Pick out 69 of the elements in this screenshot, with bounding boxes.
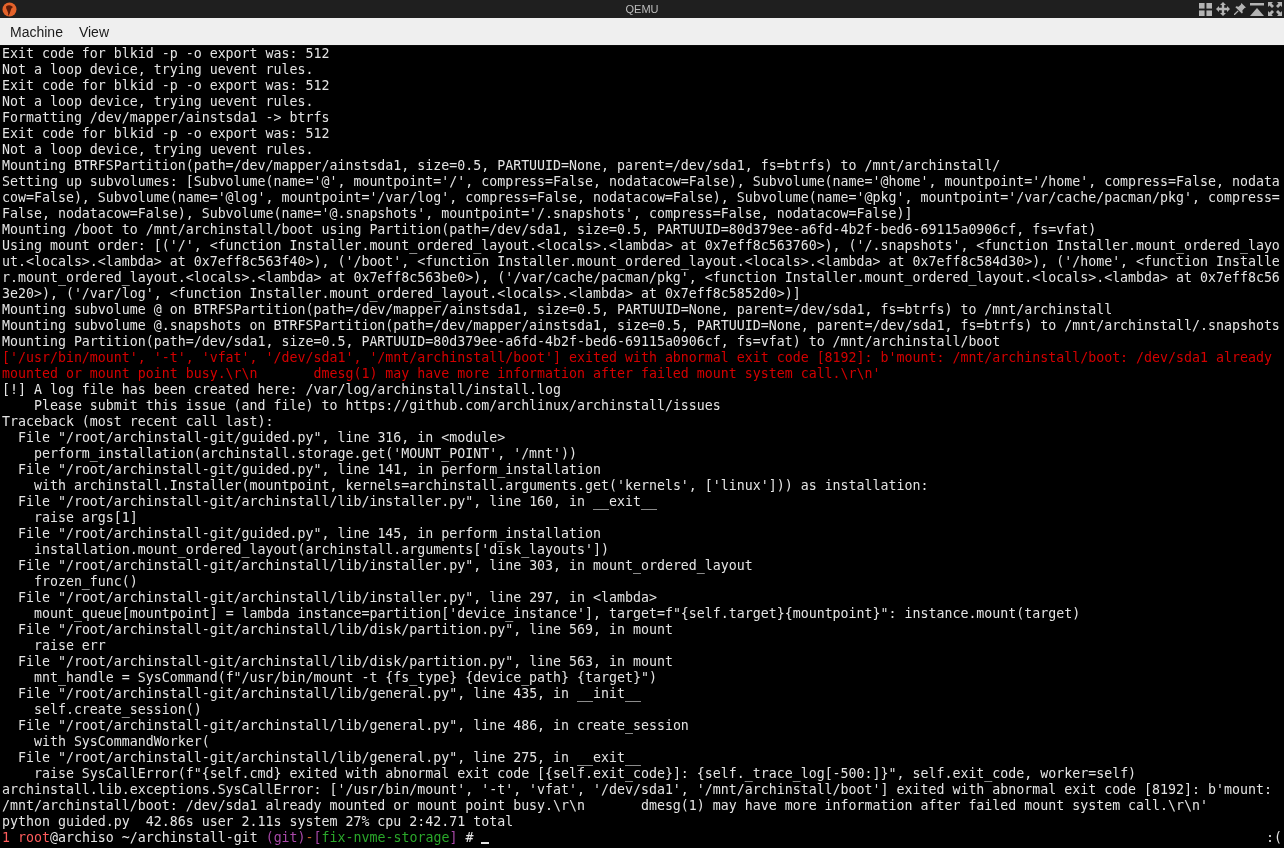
terminal-line: Traceback (most recent call last): <box>2 414 274 429</box>
terminal-line: File "/root/archinstall-git/archinstall/lib/disk/partition.py", line 569, in mount <box>18 622 673 637</box>
terminal-line: with archinstall.Installer(mountpoint, kernels=archinstall.arguments.get('kernels', ['linux'])) as installation: <box>33 478 929 493</box>
pin-icon[interactable] <box>1234 3 1246 15</box>
terminal-line: ['/usr/bin/mount', '-t', 'vfat', '/dev/sda1', '/mnt/archinstall/boot'] exited with abnormal exit code [8192]: b'mount: /mnt/archinstall/boot: /dev/sda1 already <box>2 350 1272 365</box>
terminal-line: /mnt/archinstall/boot: /dev/sda1 already mounted or mount point busy.\r\n dmesg(1) may have more information after failed mount system call.\r\n' <box>2 798 1208 813</box>
terminal-line: self.create_session() <box>33 702 202 717</box>
prompt-text: [ <box>313 830 322 846</box>
terminal-line: Mounting BTRFSPartition(path=/dev/mapper/ainstsda1, size=0.5, PARTUUID=None, parent=/dev/sda1, fs=btrfs) to /mnt/archinstall/ <box>2 158 1001 173</box>
terminal-line: archinstall.lib.exceptions.SysCallError: ['/usr/bin/mount', '-t', 'vfat', '/dev/sda1', '/mnt/archinstall/boot'] exited with abnormal exit code [8192]: b'mount: <box>2 782 1272 797</box>
terminal-line: ut.<locals>.<lambda> at 0x7eff8c563f40>), ('/boot', <function Installer.mount_ordered_layout.<locals>.<lambda> at 0x7eff8c584d30>), ('/home', <function Installe <box>2 254 1280 269</box>
terminal-line: Exit code for blkid -p -o export was: 512 <box>2 78 330 93</box>
terminal-line: python guided.py 42.86s user 2.11s system 27% cpu 2:42.71 total <box>2 814 514 829</box>
grid-icon[interactable] <box>1199 2 1212 16</box>
terminal-line: Mounting subvolume @.snapshots on BTRFSPartition(path=/dev/mapper/ainstsda1, size=0.5, PARTUUID=None, parent=/dev/sda1, fs=btrfs) to /mnt/archinstall/.snapshots <box>2 318 1280 333</box>
terminal-line: File "/root/archinstall-git/archinstall/lib/general.py", line 435, in __init__ <box>18 686 641 701</box>
terminal-line: Mounting Partition(path=/dev/sda1, size=0.5, PARTUUID=80d379ee-a6fd-4b2f-bed6-69115a0906cf, fs=vfat) to /mnt/archinstall/boot <box>2 334 1001 349</box>
terminal-line: installation.mount_ordered_layout(archinstall.arguments['disk_layouts']) <box>33 542 609 557</box>
prompt-text: 1 <box>2 830 10 846</box>
prompt-text: fix-nvme-storage <box>321 830 450 846</box>
terminal-line: mnt_handle = SysCommand(f"/usr/bin/mount -t {fs_type} {device_path} {target}") <box>33 670 657 685</box>
terminal-line: raise SysCallError(f"{self.cmd} exited with abnormal exit code [{self.exit_code}]: {self._trace_log[-500:]}", self.exit_code, worker=self) <box>33 766 1137 781</box>
terminal-line: False, nodatacow=False), Subvolume(name='@.snapshots', mountpoint='/.snapshots', compress=False, nodatacow=False)] <box>2 206 913 221</box>
terminal-line: File "/root/archinstall-git/archinstall/lib/installer.py", line 297, in <lambda> <box>18 590 657 605</box>
app-logo-icon <box>2 1 17 17</box>
prompt-text: # <box>465 830 474 846</box>
terminal-line: File "/root/archinstall-git/guided.py", line 145, in perform_installation <box>18 526 601 541</box>
terminal-line: File "/root/archinstall-git/archinstall/lib/installer.py", line 160, in __exit__ <box>18 494 657 509</box>
prompt-text: @archiso <box>49 830 114 846</box>
terminal-line: cow=False), Subvolume(name='@log', mountpoint='/var/log', compress=False, nodatacow=False), Subvolume(name='@pkg', mountpoint='/var/cache/pacman/pkg', compress= <box>2 190 1280 205</box>
terminal-line: File "/root/archinstall-git/archinstall/lib/installer.py", line 303, in mount_ordered_layout <box>18 558 753 573</box>
terminal-line: raise err <box>33 638 106 653</box>
terminal-line: Exit code for blkid -p -o export was: 512 <box>2 46 330 61</box>
terminal-line: File "/root/archinstall-git/guided.py", line 141, in perform_installation <box>18 462 601 477</box>
terminal-line: mounted or mount point busy.\r\n dmesg(1) may have more information after failed mount system call.\r\n' <box>2 366 881 381</box>
terminal-line: Formatting /dev/mapper/ainstsda1 -> btrfs <box>2 110 330 125</box>
terminal-line: File "/root/archinstall-git/guided.py", line 316, in <module> <box>18 430 506 445</box>
terminal-line: Exit code for blkid -p -o export was: 512 <box>2 126 330 141</box>
window-title: QEMU <box>625 2 659 17</box>
terminal-line: 3e20>), ('/var/log', <function Installer.mount_ordered_layout.<locals>.<lambda> at 0x7eff8c5852d0>)] <box>2 286 801 301</box>
prompt-text: (git) <box>265 830 306 846</box>
prompt-text: ~/archinstall-git <box>121 830 258 846</box>
menu-item[interactable]: Machine <box>2 19 71 44</box>
terminal-line: perform_installation(archinstall.storage.get('MOUNT_POINT', '/mnt')) <box>33 446 578 461</box>
terminal-line: Mounting /boot to /mnt/archinstall/boot using Partition(path=/dev/sda1, size=0.5, PARTUUID=80d379ee-a6fd-4b2f-bed6-69115a0906cf, fs=vfat) <box>2 222 1097 237</box>
terminal-line: File "/root/archinstall-git/archinstall/lib/general.py", line 275, in __exit__ <box>18 750 641 765</box>
terminal-line: File "/root/archinstall-git/archinstall/lib/general.py", line 486, in create_session <box>18 718 689 733</box>
move-icon[interactable] <box>1216 2 1230 16</box>
terminal-line: Not a loop device, trying uevent rules. <box>2 142 314 157</box>
terminal-line: raise args[1] <box>33 510 138 525</box>
prompt-text: - <box>305 830 314 846</box>
exit-status-text: :( <box>1266 830 1282 846</box>
terminal-line: Not a loop device, trying uevent rules. <box>2 94 314 109</box>
menu-item[interactable]: View <box>70 19 117 44</box>
terminal-line: Setting up subvolumes: [Subvolume(name='@', mountpoint='/', compress=False, nodatacow=False), Subvolume(name='@home', mountpoint='/home', compress=False, nodata <box>2 174 1280 189</box>
prompt-text: ] <box>449 830 458 846</box>
prompt-text: root <box>18 830 50 846</box>
terminal-line: Please submit this issue (and file) to https://github.com/archlinux/archinstall/issues <box>33 398 721 413</box>
terminal-line: r.mount_ordered_layout.<locals>.<lambda> at 0x7eff8c563be0>), ('/var/cache/pacman/pkg', <function Installer.mount_ordered_layout.<locals>.<lambda> at 0x7eff8c56 <box>2 270 1280 285</box>
terminal-line: File "/root/archinstall-git/archinstall/lib/disk/partition.py", line 563, in mount <box>18 654 673 669</box>
terminal-line: Not a loop device, trying uevent rules. <box>2 62 314 77</box>
terminal-line: frozen_func() <box>33 574 138 589</box>
fullscreen-icon[interactable] <box>1268 2 1282 16</box>
terminal-line: Mounting subvolume @ on BTRFSPartition(path=/dev/mapper/ainstsda1, size=0.5, PARTUUID=None, parent=/dev/sda1, fs=btrfs) to /mnt/archinstall <box>2 302 1113 317</box>
terminal-line: with SysCommandWorker( <box>33 734 210 749</box>
terminal-line: [!] A log file has been created here: /var/log/archinstall/install.log <box>2 382 562 397</box>
terminal-line: Using mount order: [('/', <function Installer.mount_ordered_layout.<locals>.<lambda> at 0x7eff8c563760>), ('/.snapshots', <function Installer.mount_ordered_layo <box>2 238 1280 253</box>
terminal-line: mount_queue[mountpoint] = lambda instance=partition['device_instance'], target=f"{self.target}{mountpoint}": instance.mount(target) <box>33 606 1081 621</box>
bar-triangle-icon[interactable] <box>1250 2 1264 16</box>
